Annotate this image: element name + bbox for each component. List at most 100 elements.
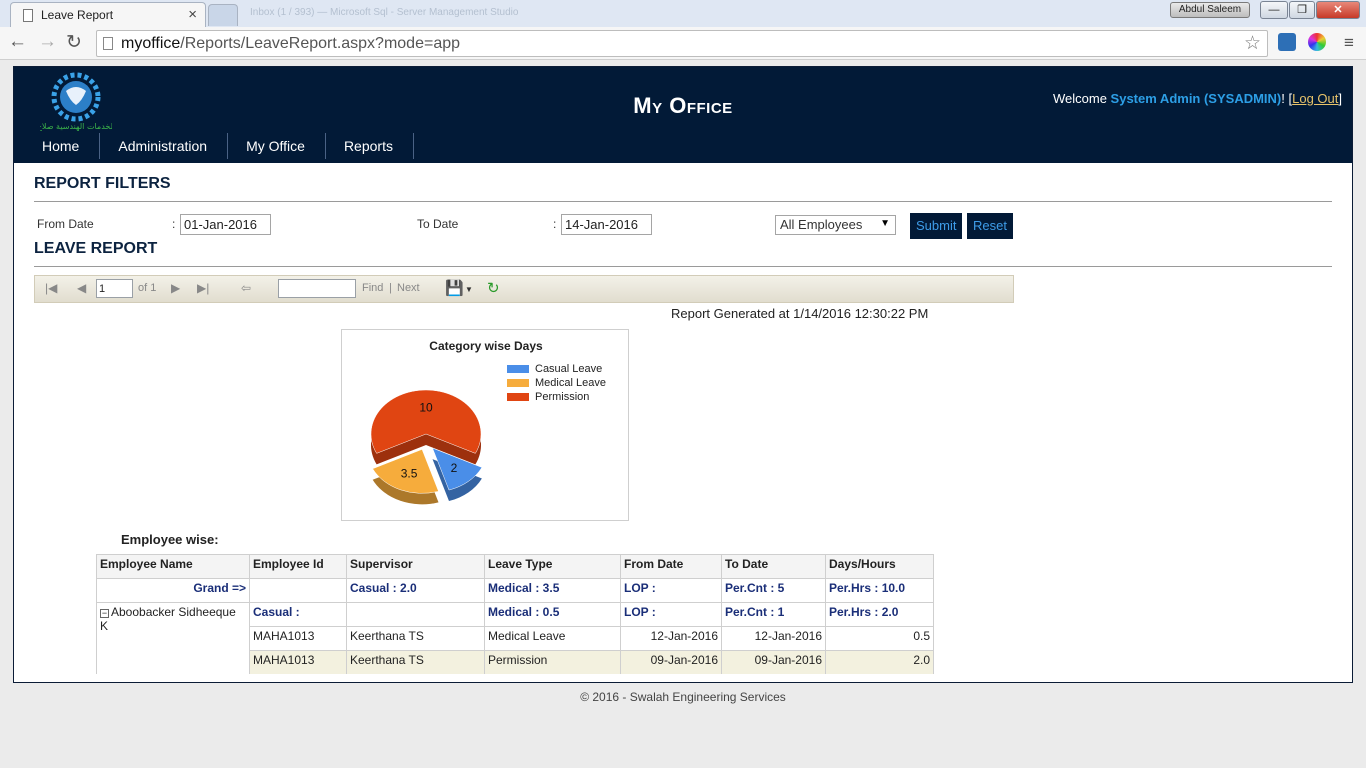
maximize-button[interactable]: ❐ [1289,1,1315,19]
site-header: الخدمات الهندسية صلاح My Office Welcome … [14,67,1352,163]
col-from-date: From Date [620,554,722,579]
reload-icon[interactable]: ↻ [66,31,82,54]
refresh-icon[interactable]: ↻ [487,279,500,297]
bookmark-star-icon[interactable]: ☆ [1244,32,1261,55]
leave-report-heading: LEAVE REPORT [34,240,158,257]
to-date-input[interactable] [561,214,652,235]
nav-home[interactable]: Home [24,133,101,159]
logout-link[interactable]: Log Out [1292,91,1338,106]
browser-tab-new[interactable] [208,4,238,26]
cell-supervisor: Keerthana TS [346,626,485,651]
export-dropdown-icon[interactable]: ▼ [465,285,473,294]
nav-administration[interactable]: Administration [100,133,229,159]
profile-badge[interactable]: Abdul Saleem [1170,2,1250,18]
page-count: of 1 [138,282,157,294]
pie-svg: 2 3.5 10 [370,389,483,505]
emp-supervisor-blank [346,602,485,627]
employee-select-value: All Employees [780,217,863,232]
find-text-input[interactable] [278,279,356,298]
divider [34,266,1332,267]
employee-name-cell: − Aboobacker Sidheeque K [96,602,250,674]
logo-caption: الخدمات الهندسية صلاح [40,122,112,131]
find-separator: | [389,282,392,294]
report-filters-heading: REPORT FILTERS [34,175,171,192]
emp-per-hrs: Per.Hrs : 2.0 [825,602,934,627]
find-link[interactable]: Find [362,282,383,294]
from-date-input[interactable] [180,214,271,235]
page-icon [103,37,113,50]
submit-button[interactable]: Submit [910,213,963,239]
forward-arrow-icon[interactable]: → [38,31,57,53]
divider [34,201,1332,202]
to-date-colon: : [553,217,557,231]
close-window-button[interactable]: ✕ [1316,1,1360,19]
reset-button[interactable]: Reset [967,213,1013,239]
page-number-input[interactable] [96,279,133,298]
cell-days-hours: 0.5 [825,626,934,651]
export-icon[interactable]: 💾 [445,279,464,297]
last-page-icon[interactable]: ▶| [197,281,209,295]
grand-per-cnt: Per.Cnt : 5 [721,578,826,603]
nav-my-office[interactable]: My Office [228,133,326,159]
find-next-link[interactable]: Next [397,282,420,294]
employee-name: Aboobacker Sidheeque K [100,605,236,633]
extension-icon[interactable] [1278,33,1296,51]
tab-close-icon[interactable]: × [188,6,197,23]
main-nav: Home Administration My Office Reports [24,133,414,159]
grand-lop: LOP : [620,578,722,603]
cell-days-hours: 2.0 [825,650,934,674]
col-to-date: To Date [721,554,826,579]
col-days-hours: Days/Hours [825,554,934,579]
col-employee-name: Employee Name [96,554,250,579]
pie-data-label-1: 3.5 [401,467,418,481]
employee-select[interactable]: All Employees ▼ [775,215,896,235]
report-viewer-toolbar: |◀ ◀ of 1 ▶ ▶| ⇦ Find | Next 💾 ▼ ↻ [34,275,1014,303]
tab-title: Leave Report [41,8,114,22]
from-date-colon: : [172,217,176,231]
to-date-label: To Date [417,217,459,231]
emp-lop: LOP : [620,602,722,627]
color-extension-icon[interactable] [1308,33,1326,51]
employee-summary-row: − Aboobacker Sidheeque K Casual : Medical… [96,602,934,674]
col-supervisor: Supervisor [346,554,485,579]
back-to-parent-icon[interactable]: ⇦ [241,281,251,295]
nav-reports[interactable]: Reports [326,133,414,159]
user-name: System Admin (SYSADMIN) [1110,91,1282,106]
cell-from-date: 12-Jan-2016 [620,626,722,651]
browser-titlebar: Leave Report × Inbox (1 / 393) — Microso… [0,0,1366,27]
browser-menu-icon[interactable]: ≡ [1344,33,1354,53]
pie-data-label-0: 2 [451,461,458,475]
cell-employee-id: MAHA1013 [249,650,347,674]
next-page-icon[interactable]: ▶ [171,281,180,295]
first-page-icon[interactable]: |◀ [45,281,57,295]
prev-page-icon[interactable]: ◀ [77,281,86,295]
employee-wise-label: Employee wise: [121,532,219,547]
welcome-bang: ! [ [1281,91,1293,106]
dropdown-arrow-icon: ▼ [880,218,890,229]
page-icon [23,9,33,22]
grand-cell [249,578,347,603]
welcome-close: ] [1338,91,1342,106]
cell-leave-type: Permission [484,650,621,674]
page-frame: الخدمات الهندسية صلاح My Office Welcome … [13,66,1353,683]
collapse-toggle-icon[interactable]: − [100,609,109,618]
cell-employee-id: MAHA1013 [249,626,347,651]
back-arrow-icon[interactable]: ← [8,31,27,53]
browser-tab-active[interactable]: Leave Report × [10,2,206,27]
cell-from-date: 09-Jan-2016 [620,650,722,674]
url-host: myoffice [121,35,181,52]
col-employee-id: Employee Id [249,554,347,579]
emp-per-cnt: Per.Cnt : 1 [721,602,826,627]
welcome-text: Welcome System Admin (SYSADMIN)! [Log Ou… [1053,91,1342,106]
cell-supervisor: Keerthana TS [346,650,485,674]
grand-medical: Medical : 3.5 [484,578,621,603]
col-leave-type: Leave Type [484,554,621,579]
cell-leave-type: Medical Leave [484,626,621,651]
grand-casual: Casual : 2.0 [346,578,485,603]
cell-to-date: 09-Jan-2016 [721,650,826,674]
emp-medical: Medical : 0.5 [484,602,621,627]
minimize-button[interactable]: — [1260,1,1288,19]
url-path: /Reports/LeaveReport.aspx?mode=app [180,35,461,52]
browser-toolbar: ← → ↻ myoffice/Reports/LeaveReport.aspx?… [0,27,1366,60]
address-bar[interactable]: myoffice/Reports/LeaveReport.aspx?mode=a… [96,30,1268,57]
